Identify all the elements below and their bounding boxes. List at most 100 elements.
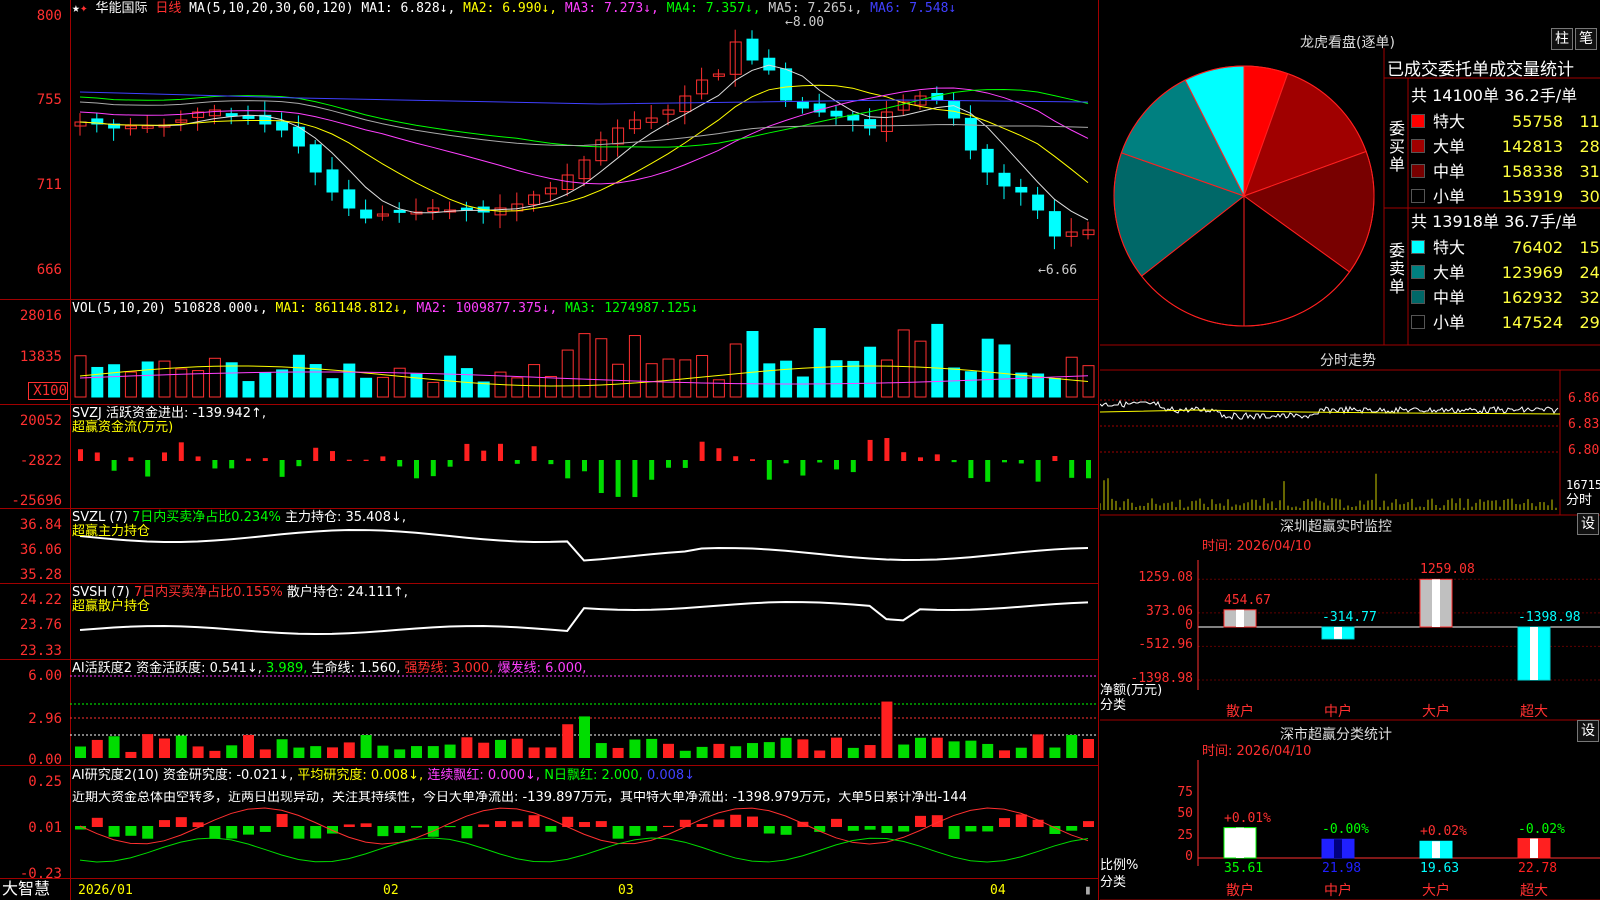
activity-bar: [831, 737, 842, 758]
color-swatch: [1411, 189, 1425, 203]
fund-flow-bar: [934, 454, 940, 461]
price-axis-label: 711: [36, 177, 62, 193]
intraday-axis-label: 6.80: [1568, 443, 1600, 458]
volume-bar: [914, 340, 927, 398]
activity-bar: [209, 750, 221, 758]
volume-bar: [813, 328, 826, 398]
activity-bar: [898, 744, 910, 758]
research-bar: [595, 821, 607, 827]
activity-bar: [1032, 734, 1044, 758]
stock-name[interactable]: 华能国际: [95, 1, 147, 16]
buy-name: 中单: [1433, 162, 1466, 181]
research-bar: [847, 826, 859, 831]
research-bar: [394, 826, 406, 833]
sz-bar-highlight: [1236, 609, 1244, 627]
fund-flow-bar: [817, 460, 823, 463]
vol-axis-label: 13835: [19, 349, 62, 365]
fund-flow-bar: [514, 460, 520, 464]
research-bar: [259, 826, 271, 832]
buy-pct: 11%: [1579, 112, 1600, 131]
lock-icon[interactable]: ▮: [1084, 884, 1092, 898]
research-bar: [411, 826, 422, 828]
class-bar-highlight: [1334, 839, 1342, 858]
buy-side-label: 委买单: [1389, 119, 1406, 174]
fund-flow-bar: [498, 443, 503, 461]
volume-bar: [1065, 356, 1078, 398]
fund-flow-bar: [262, 458, 268, 461]
svsh-header: SVSH (7) 7日内买卖净占比0.155% 散户持仓: 24.111↑,: [72, 585, 408, 600]
fund-flow-bar: [195, 456, 201, 461]
research-bar: [276, 814, 288, 827]
color-swatch: [1411, 315, 1425, 329]
candle-body: [964, 117, 977, 151]
sz-bar-highlight: [1530, 627, 1538, 680]
date-label: 04: [990, 883, 1006, 898]
sz-settings-button[interactable]: 设: [1577, 513, 1599, 535]
svzl-header: SVZL (7) 7日内买卖净占比0.234% 主力持仓: 35.408↓,: [72, 510, 406, 525]
star-icon[interactable]: ★: [72, 1, 80, 16]
fund-flow-bar: [1069, 460, 1075, 478]
research-bar: [612, 826, 624, 839]
research-bar: [343, 824, 355, 827]
buy-name: 特大: [1433, 112, 1466, 131]
candle-body: [460, 207, 473, 211]
activity-bar: [192, 746, 204, 758]
research-bar: [310, 826, 322, 839]
volume-bar: [427, 381, 440, 398]
buy-value: 142813: [1501, 137, 1563, 156]
sz-bar-highlight: [1334, 627, 1342, 639]
fund-flow-bar: [582, 460, 587, 472]
sz-monitor-title: 深圳超赢实时监控: [1280, 519, 1392, 535]
vol-unit-label[interactable]: X100: [28, 382, 68, 400]
ma6-value: MA6: 7.548↓: [870, 1, 957, 16]
sz-axis-label: 373.06: [1146, 603, 1193, 619]
activity-bar: [75, 746, 86, 758]
fund-flow-bar: [481, 450, 487, 461]
volume-bar: [578, 333, 591, 398]
activity-bar: [1049, 747, 1061, 758]
fund-flow-bar: [430, 460, 436, 477]
candle-body: [242, 115, 255, 119]
buy-name: 小单: [1433, 187, 1466, 206]
ai-activity-axis-label: 6.00: [28, 668, 62, 684]
class-bar-category: 超大: [1520, 883, 1548, 899]
research-bar: [629, 826, 641, 836]
sell-pct: 29%: [1579, 313, 1600, 332]
fund-flow-bar: [985, 460, 991, 482]
volume-bar: [763, 363, 776, 398]
candle-body: [998, 172, 1011, 187]
class-settings-button[interactable]: 设: [1577, 720, 1599, 742]
fund-flow-bar: [94, 452, 100, 461]
activity-bar: [175, 735, 187, 758]
sz-bar-category: 超大: [1520, 704, 1548, 720]
volume-bar: [964, 371, 977, 398]
class-axis-label: 25: [1177, 827, 1193, 843]
candle-body: [276, 121, 289, 131]
class-bar-value: 19.63: [1420, 861, 1460, 876]
brand-logo[interactable]: 大智慧: [2, 881, 50, 897]
research-bar: [142, 826, 154, 839]
buy-row: 小单 153919 30%: [1411, 183, 1600, 207]
buy-total: 共 14100单 36.2手/单: [1411, 86, 1578, 105]
svsh-subtitle: 超赢散户持仓: [72, 599, 151, 614]
svzj-axis-label: -25696: [11, 493, 62, 509]
research-bar: [763, 826, 775, 834]
fund-flow-bar: [313, 447, 319, 461]
fund-flow-bar: [548, 460, 554, 465]
activity-bar: [797, 739, 809, 758]
research-bar: [747, 816, 758, 827]
sz-axis-label: -512.96: [1138, 637, 1193, 653]
buy-pct: 28%: [1579, 137, 1600, 156]
sz-bar-highlight: [1432, 579, 1440, 627]
fund-flow-bar: [1018, 460, 1024, 464]
fund-flow-bar: [380, 456, 386, 461]
fund-flow-bar: [145, 460, 151, 477]
volume-bar: [662, 358, 675, 398]
sz-axis-label: 0: [1185, 618, 1193, 633]
fund-flow-bar: [212, 460, 218, 469]
activity-bar: [965, 740, 977, 758]
fund-flow-bar: [565, 460, 571, 479]
activity-bar: [427, 746, 439, 758]
period-label[interactable]: 日线: [155, 1, 181, 16]
sz-bar-value: -1398.98: [1518, 610, 1581, 625]
